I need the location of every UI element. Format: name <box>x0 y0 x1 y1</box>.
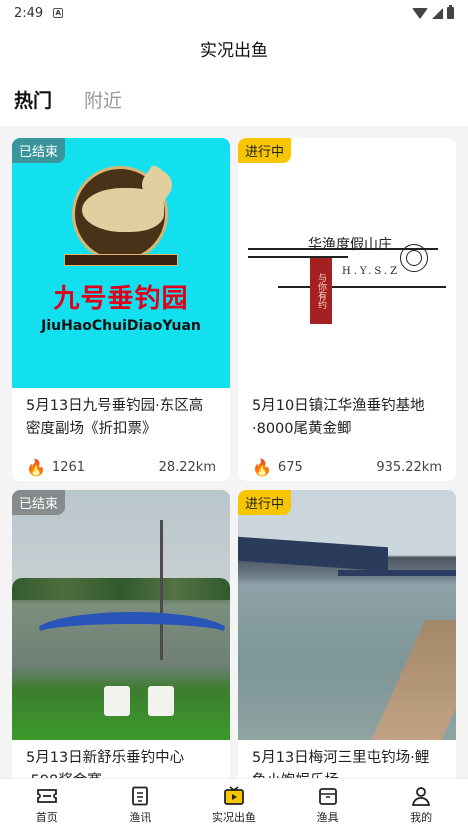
nav-news[interactable]: 渔讯 <box>94 779 188 832</box>
news-icon <box>132 786 149 806</box>
distance: 935.22km <box>376 460 442 475</box>
poster-brand-pinyin: JiuHaoChuiDiaoYuan <box>41 318 201 334</box>
nav-label: 我的 <box>410 811 433 824</box>
poster-brand-cn: 九号垂钓园 <box>53 284 189 314</box>
bucket-icon <box>104 686 130 716</box>
poster-brand-cn: 华渔度假山庄 <box>308 237 392 253</box>
profile-icon <box>412 787 431 806</box>
brush-stroke <box>248 256 348 258</box>
nav-label: 渔讯 <box>129 811 152 824</box>
fire-icon: 🔥 <box>26 458 46 477</box>
building-roof <box>238 536 388 572</box>
fire-icon: 🔥 <box>252 458 272 477</box>
status-bar: 2:49 A <box>0 0 468 26</box>
event-thumbnail: 已结束 九号垂钓园 JiuHaoChuiDiaoYuan <box>12 138 230 388</box>
bottom-nav: 首页 渔讯 实况出鱼 渔具 我的 <box>0 778 468 832</box>
event-thumbnail: 进行中 <box>238 490 456 740</box>
tab-bar: 热门 附近 <box>0 70 468 126</box>
view-count: 675 <box>277 460 303 475</box>
event-title: 5月13日梅河三里屯钓场·鲤鱼小饱娱乐场 <box>252 750 430 778</box>
live-play-icon <box>224 786 244 805</box>
tab-nearby[interactable]: 附近 <box>84 86 122 113</box>
tackle-box-icon <box>318 788 337 805</box>
tab-hot[interactable]: 热门 <box>14 86 52 113</box>
bucket-icon <box>148 686 174 716</box>
event-card[interactable]: 进行中 华渔度假山庄 H.Y.S.Z 与你有约 5月10日镇江华渔垂钓基地·80… <box>238 138 456 481</box>
event-title: 5月13日九号垂钓园·东区高密度副场《折扣票》 <box>26 398 204 437</box>
nav-label: 实况出鱼 <box>211 811 256 824</box>
status-badge: 进行中 <box>238 490 292 515</box>
view-count: 1261 <box>51 460 86 475</box>
status-badge: 已结束 <box>12 490 66 515</box>
page-title: 实况出鱼 <box>200 40 268 61</box>
wifi-icon <box>412 7 428 19</box>
tree-line <box>12 578 230 600</box>
status-time: 2:49 <box>14 5 44 21</box>
event-meta: 🔥 675 935.22km <box>238 446 456 477</box>
logo-ribbon <box>64 254 178 266</box>
distance: 28.22km <box>158 460 216 475</box>
swirl-icon <box>400 244 428 272</box>
title-bar: 实况出鱼 <box>0 26 468 70</box>
event-card[interactable]: 已结束 5月13日新舒乐垂钓中心·598奖金赛 <box>12 490 230 778</box>
nav-home[interactable]: 首页 <box>0 779 94 832</box>
home-ticket-icon <box>36 789 57 803</box>
poster-seal: 与你有约 <box>310 258 332 324</box>
brush-stroke <box>278 286 446 288</box>
pier-railing <box>338 570 456 576</box>
card-feed[interactable]: 已结束 九号垂钓园 JiuHaoChuiDiaoYuan 5月13日九号垂钓园·… <box>0 126 468 778</box>
status-icons <box>412 5 454 19</box>
event-thumbnail: 已结束 <box>12 490 230 740</box>
shore-path <box>367 620 456 740</box>
nav-tackle[interactable]: 渔具 <box>281 779 375 832</box>
battery-icon <box>447 5 454 19</box>
event-meta: 🔥 1261 28.22km <box>12 446 230 477</box>
event-title: 5月13日新舒乐垂钓中心·598奖金赛 <box>26 750 185 778</box>
poster-abbr: H.Y.S.Z <box>342 266 401 277</box>
status-badge: 已结束 <box>12 138 66 163</box>
event-card[interactable]: 已结束 九号垂钓园 JiuHaoChuiDiaoYuan 5月13日九号垂钓园·… <box>12 138 230 481</box>
nav-profile[interactable]: 我的 <box>374 779 468 832</box>
signal-icon <box>432 7 443 19</box>
fishing-net <box>34 612 230 654</box>
event-title: 5月10日镇江华渔垂钓基地·8000尾黄金鲫 <box>252 398 425 437</box>
a-icon: A <box>53 8 64 18</box>
nav-label: 首页 <box>35 811 58 824</box>
event-card[interactable]: 进行中 5月13日梅河三里屯钓场·鲤鱼小饱娱乐场 <box>238 490 456 778</box>
fish-icon <box>82 188 164 232</box>
nav-live[interactable]: 实况出鱼 <box>187 779 281 832</box>
nav-label: 渔具 <box>316 811 339 824</box>
event-thumbnail: 进行中 华渔度假山庄 H.Y.S.Z 与你有约 <box>238 138 456 388</box>
status-badge: 进行中 <box>238 138 292 163</box>
